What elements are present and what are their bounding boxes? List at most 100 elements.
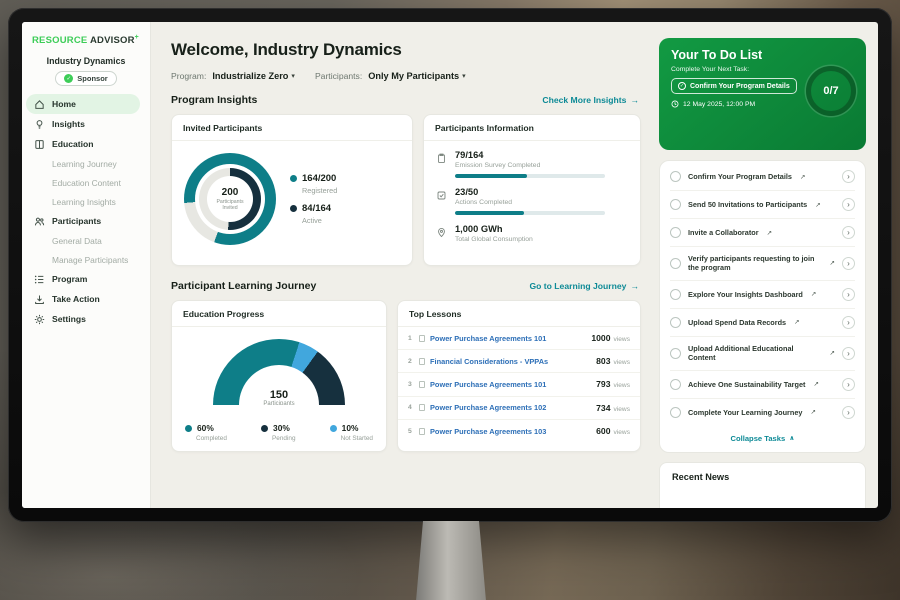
- task-checkbox[interactable]: [670, 379, 681, 390]
- sidebar-item-take-action[interactable]: Take Action: [22, 289, 150, 309]
- clock-icon: [671, 100, 679, 108]
- download-icon: [34, 294, 45, 305]
- sidebar-item-general-data[interactable]: General Data: [22, 231, 150, 250]
- photo-background: RESOURCE ADVISOR+ Industry Dynamics ✓ Sp…: [0, 0, 900, 600]
- task-checkbox[interactable]: [670, 258, 681, 269]
- sidebar-item-label: Manage Participants: [52, 255, 128, 265]
- book-icon: [34, 139, 45, 150]
- task-checkbox[interactable]: [670, 289, 681, 300]
- legend-dot-teal: [290, 175, 297, 182]
- info-card-title: Participants Information: [424, 115, 640, 141]
- sidebar-item-label: Take Action: [52, 294, 100, 304]
- dashboard-screen: RESOURCE ADVISOR+ Industry Dynamics ✓ Sp…: [22, 22, 878, 508]
- donut-center-label: Participants Invited: [213, 199, 247, 212]
- chevron-right-icon[interactable]: ›: [842, 316, 855, 329]
- sidebar-item-manage-participants[interactable]: Manage Participants: [22, 250, 150, 269]
- todo-hero-card: Your To Do List Complete Your Next Task:…: [659, 38, 866, 150]
- list-icon: [34, 274, 45, 285]
- check-more-insights-link[interactable]: Check More Insights →: [542, 95, 639, 105]
- chevron-right-icon[interactable]: ›: [842, 347, 855, 360]
- sidebar-item-home[interactable]: Home: [26, 94, 140, 114]
- lesson-row[interactable]: 2 Financial Considerations - VPPAs 803vi…: [398, 350, 640, 373]
- legend-registered: 164/200 Registered: [290, 173, 337, 195]
- task-row[interactable]: Complete Your Learning Journey ↗ ›: [670, 399, 855, 426]
- task-row[interactable]: Upload Spend Data Records ↗ ›: [670, 309, 855, 337]
- info-row-consumption: 1,000 GWh Total Global Consumption: [436, 224, 628, 243]
- task-row[interactable]: Explore Your Insights Dashboard ↗ ›: [670, 281, 855, 309]
- lesson-row[interactable]: 4 Power Purchase Agreements 102 734views: [398, 397, 640, 420]
- filter-bar: Program: Industrialize Zero ▾ Participan…: [171, 71, 641, 81]
- lightbulb-icon: [34, 119, 45, 130]
- task-checkbox[interactable]: [670, 199, 681, 210]
- document-icon: [419, 428, 425, 435]
- chevron-right-icon[interactable]: ›: [842, 170, 855, 183]
- task-row[interactable]: Verify participants requesting to join t…: [670, 247, 855, 281]
- legend-dot-blue: [330, 425, 337, 432]
- todo-panel: Your To Do List Complete Your Next Task:…: [651, 22, 878, 508]
- main-content: Welcome, Industry Dynamics Program: Indu…: [151, 22, 651, 508]
- go-to-learning-journey-link[interactable]: Go to Learning Journey →: [529, 281, 639, 291]
- monitor-stand: [416, 521, 486, 600]
- actions-progress-bar: [455, 211, 605, 215]
- program-dropdown-value: Industrialize Zero: [212, 71, 288, 81]
- sponsor-badge-label: Sponsor: [77, 74, 107, 83]
- program-filter-label: Program:: [171, 71, 206, 81]
- chevron-right-icon[interactable]: ›: [842, 226, 855, 239]
- document-icon: [419, 335, 425, 342]
- legend-active: 84/164 Active: [290, 203, 337, 225]
- sidebar-item-program[interactable]: Program: [22, 269, 150, 289]
- chevron-up-icon: ∧: [789, 434, 794, 442]
- participants-dropdown[interactable]: Only My Participants ▾: [368, 71, 465, 81]
- sidebar-item-label: Learning Insights: [52, 197, 116, 207]
- sidebar-item-label: Learning Journey: [52, 159, 117, 169]
- location-pin-icon: [436, 225, 447, 236]
- task-row[interactable]: Send 50 Invitations to Participants ↗ ›: [670, 191, 855, 219]
- sidebar-item-participants[interactable]: Participants: [22, 211, 150, 231]
- todo-title: Your To Do List: [671, 48, 854, 62]
- task-checkbox[interactable]: [670, 171, 681, 182]
- task-checkbox[interactable]: [670, 348, 681, 359]
- lesson-row[interactable]: 3 Power Purchase Agreements 101 793views: [398, 373, 640, 396]
- sidebar-item-learning-insights[interactable]: Learning Insights: [22, 192, 150, 211]
- survey-progress-bar: [455, 174, 605, 178]
- chevron-right-icon[interactable]: ›: [842, 198, 855, 211]
- task-row[interactable]: Upload Additional Educational Content ↗ …: [670, 337, 855, 371]
- people-icon: [34, 216, 45, 227]
- task-checkbox[interactable]: [670, 227, 681, 238]
- invited-donut-inner: 200 Participants Invited: [199, 168, 261, 230]
- task-row[interactable]: Confirm Your Program Details ↗ ›: [670, 163, 855, 191]
- collapse-tasks-link[interactable]: Collapse Tasks ∧: [670, 426, 855, 450]
- chevron-right-icon[interactable]: ›: [842, 378, 855, 391]
- info-row-actions: 23/50 Actions Completed: [436, 187, 628, 215]
- task-checkbox[interactable]: [670, 407, 681, 418]
- sidebar-nav: Home Insights Education Learning Journey: [22, 94, 150, 329]
- chevron-down-icon: ▾: [462, 72, 466, 80]
- legend-not-started: 10% Not Started: [330, 423, 373, 442]
- sidebar-item-education[interactable]: Education: [22, 134, 150, 154]
- sidebar-item-learning-journey[interactable]: Learning Journey: [22, 154, 150, 173]
- sidebar-item-insights[interactable]: Insights: [22, 114, 150, 134]
- task-row[interactable]: Invite a Collaborator ↗ ›: [670, 219, 855, 247]
- lesson-row[interactable]: 5 Power Purchase Agreements 103 600views: [398, 420, 640, 443]
- task-checkbox[interactable]: [670, 317, 681, 328]
- external-link-icon: ↗: [800, 173, 805, 181]
- program-dropdown[interactable]: Industrialize Zero ▾: [212, 71, 295, 81]
- task-row[interactable]: Achieve One Sustainability Target ↗ ›: [670, 371, 855, 399]
- logo-part-resource: RESOURCE: [32, 35, 87, 46]
- recent-news-card: Recent News: [659, 462, 866, 508]
- org-name: Industry Dynamics: [22, 56, 150, 66]
- arrow-right-icon: →: [630, 281, 639, 291]
- external-link-icon: ↗: [830, 349, 835, 357]
- next-task-chip[interactable]: ✓ Confirm Your Program Details: [671, 78, 797, 94]
- lesson-row[interactable]: 1 Power Purchase Agreements 101 1000view…: [398, 327, 640, 350]
- chevron-right-icon[interactable]: ›: [842, 257, 855, 270]
- external-link-icon: ↗: [830, 259, 835, 267]
- clipboard-icon: [436, 151, 447, 162]
- sidebar-item-settings[interactable]: Settings: [22, 309, 150, 329]
- sidebar-item-education-content[interactable]: Education Content: [22, 173, 150, 192]
- logo-part-advisor: ADVISOR: [90, 35, 135, 46]
- chevron-right-icon[interactable]: ›: [842, 406, 855, 419]
- sponsor-badge[interactable]: ✓ Sponsor: [55, 71, 116, 86]
- chevron-right-icon[interactable]: ›: [842, 288, 855, 301]
- sidebar-item-label: Education Content: [52, 178, 121, 188]
